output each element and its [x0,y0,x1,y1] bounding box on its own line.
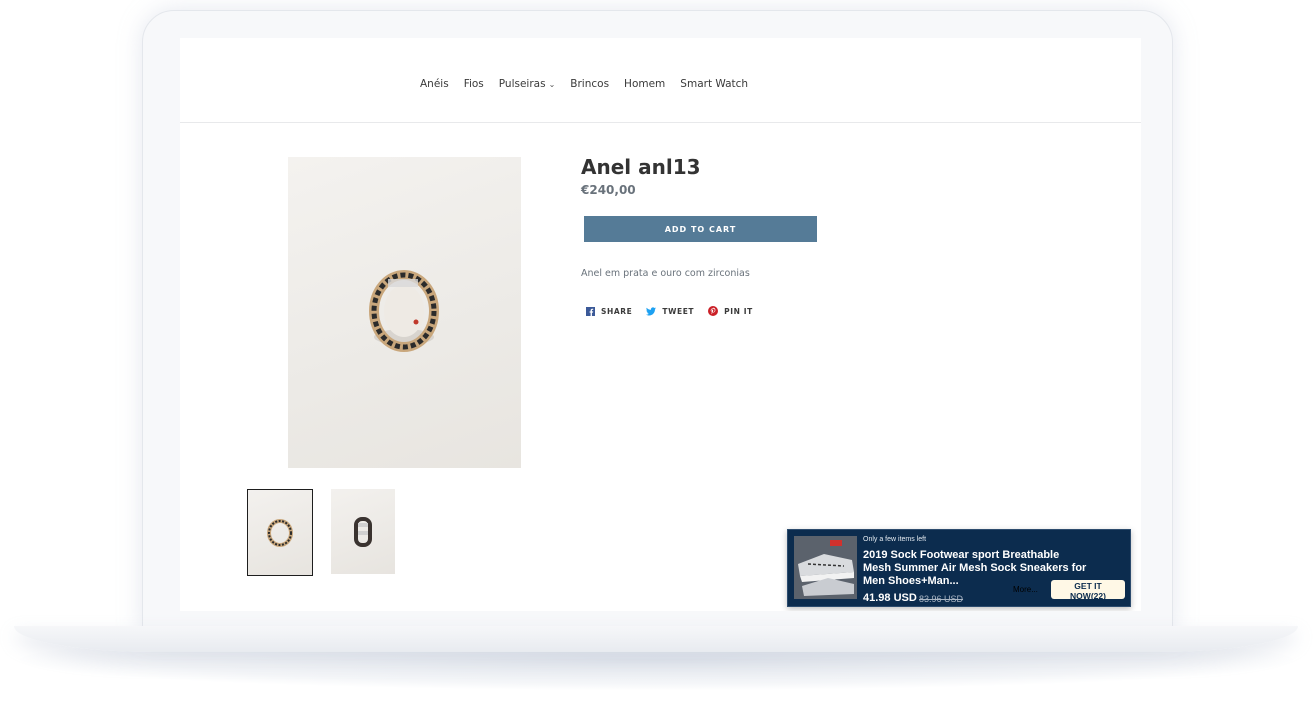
pinterest-icon [708,306,719,316]
nav-item-label: Fios [463,78,484,90]
nav-item-homem[interactable]: Homem [624,78,665,90]
product-price: €240,00 [581,183,636,197]
share-pinterest-button[interactable]: PIN IT [708,306,753,316]
laptop-base [14,626,1298,652]
store-page: Anéis Fios Pulseiras ⌄ Brincos Homem Smar… [180,38,1141,611]
nav-item-pulseiras[interactable]: Pulseiras ⌄ [499,78,556,90]
nav-item-fios[interactable]: Fios [464,78,484,90]
site-header: Anéis Fios Pulseiras ⌄ Brincos Homem Smar… [180,38,1141,123]
ring-thumbnail-icon [267,519,293,547]
facebook-icon [586,306,595,316]
promo-price: 41.98 USD [863,592,917,604]
product-thumbnail-1[interactable] [247,489,313,576]
share-twitter-button[interactable]: TWEET [646,306,694,316]
share-facebook-button[interactable]: SHARE [586,306,632,316]
nav-item-label: Brincos [570,78,610,90]
nav-item-label: Smart Watch [680,78,749,90]
promo-more-link[interactable]: More... [1013,585,1038,594]
nav-item-label: Homem [624,78,666,90]
main-nav: Anéis Fios Pulseiras ⌄ Brincos Homem Smar… [420,78,763,90]
share-label: SHARE [601,306,633,316]
ring-thumbnail-icon [354,517,372,547]
product-title: Anel anl13 [581,155,701,179]
product-thumbnail-2[interactable] [331,489,395,574]
nav-item-label: Pulseiras [498,78,546,90]
nav-item-aneis[interactable]: Anéis [420,78,449,90]
nav-item-smart-watch[interactable]: Smart Watch [680,78,748,90]
chevron-down-icon: ⌄ [548,80,556,89]
promo-stock-note: Only a few items left [863,536,927,543]
social-share-bar: SHARE TWEET PIN IT [586,306,767,316]
twitter-icon [646,306,657,315]
tweet-label: TWEET [662,306,695,316]
nav-item-brincos[interactable]: Brincos [570,78,609,90]
pin-label: PIN IT [724,306,753,316]
promo-old-price: 83.96 USD [919,594,964,604]
promo-popup[interactable]: Only a few items left 2019 Sock Footwear… [787,529,1131,607]
add-to-cart-button[interactable]: ADD TO CART [584,216,817,242]
nav-item-label: Anéis [420,78,449,90]
promo-product-image[interactable] [794,536,857,599]
ring-image-icon [369,270,439,352]
product-main-image[interactable] [288,157,521,468]
sneaker-image-icon [794,536,857,599]
product-description: Anel em prata e ouro com zirconias [581,268,750,279]
promo-get-it-now-button[interactable]: GET IT NOW(22) [1051,580,1125,601]
